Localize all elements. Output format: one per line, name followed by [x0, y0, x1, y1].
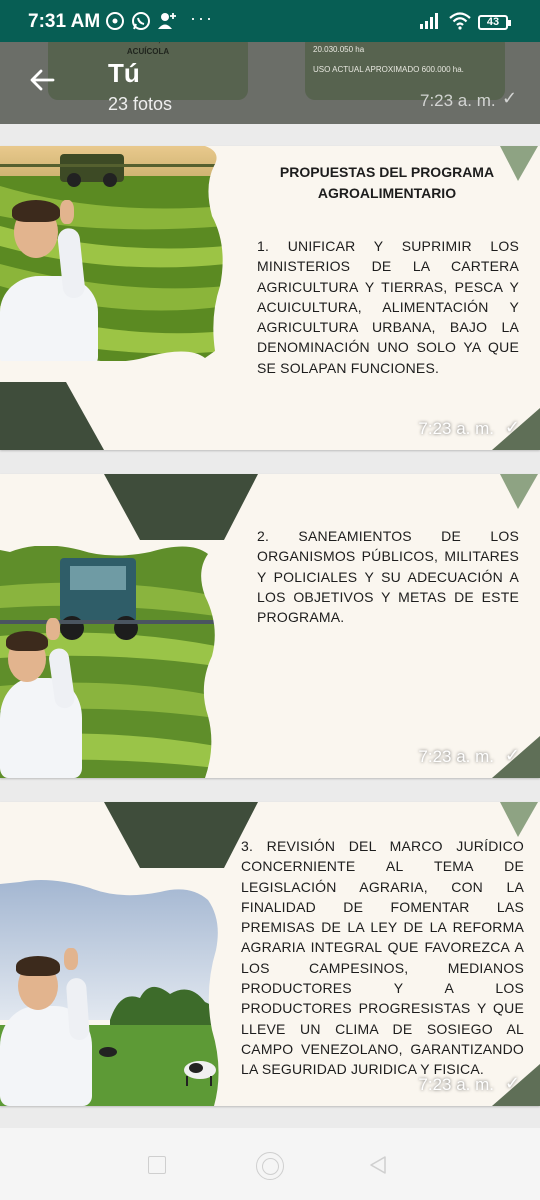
sent-check-icon: ✓ [504, 417, 520, 437]
whatsapp-icon [132, 12, 150, 30]
politician-figure [0, 948, 104, 1106]
previous-image-card[interactable]: POTENCIAL MARÍTIMO, CONTINENTAL Y ACUÍCO… [48, 42, 248, 100]
chat-title[interactable]: Tú [108, 58, 140, 89]
back-triangle-icon[interactable] [368, 1155, 388, 1175]
messenger-icon [106, 12, 124, 30]
message-time: 7:23 a. m. [418, 1075, 494, 1094]
triangle-decoration [500, 802, 538, 837]
slide-body: 3. REVISIÓN DEL MARCO JURÍDICO CONCERNIE… [241, 838, 524, 1078]
image-message[interactable]: 2. SANEAMIENTOS DE LOS ORGANISMOS PÚBLIC… [0, 474, 540, 778]
photo-count: 23 fotos [108, 94, 173, 114]
message-time: 7:23 a. m. [418, 419, 494, 438]
recent-apps-icon[interactable] [148, 1156, 166, 1174]
trapezoid-decoration [104, 474, 258, 540]
image-message[interactable]: 3. REVISIÓN DEL MARCO JURÍDICO CONCERNIE… [0, 802, 540, 1106]
wifi-icon [449, 12, 471, 30]
politician-figure [0, 618, 100, 778]
status-time: 7:31 AM [28, 11, 101, 32]
slide-title: PROPUESTAS DEL PROGRAMA AGROALIMENTARIO [279, 164, 495, 201]
pasture-photo [0, 870, 222, 1106]
previous-image-text: POTENCIAL MARÍTIMO, CONTINENTAL Y ACUÍCO… [69, 42, 226, 56]
farm-photo [0, 146, 226, 361]
status-bar: 7:31 AM ··· 43 [0, 0, 540, 42]
media-viewer-header: POTENCIAL MARÍTIMO, CONTINENTAL Y ACUÍCO… [0, 42, 540, 124]
sent-check-icon: ✓ [504, 745, 520, 765]
add-person-icon [158, 13, 176, 29]
previous-image-text-right-2: USO ACTUAL APROXIMADO 600.000 ha. [313, 65, 464, 74]
politician-figure [0, 186, 110, 361]
triangle-decoration [500, 146, 538, 181]
system-nav-bar [0, 1128, 540, 1200]
sent-check-icon: ✓ [504, 1073, 520, 1093]
arrow-left-icon[interactable] [28, 66, 56, 94]
tractor-photo [0, 546, 216, 778]
message-time: 7:23 a. m. [420, 91, 496, 110]
home-icon[interactable] [256, 1152, 284, 1180]
sent-check-icon: ✓ [502, 88, 518, 108]
triangle-decoration [500, 474, 538, 509]
more-notifications-indicator: ··· [190, 8, 214, 28]
battery-icon: 43 [478, 15, 511, 30]
image-message[interactable]: PROPUESTAS DEL PROGRAMA AGROALIMENTARIO … [0, 146, 540, 450]
trapezoid-decoration [0, 382, 104, 450]
previous-image-text-right-1: PLANTACIONES FORESTALES SERIES VII, VIII… [313, 45, 365, 54]
trapezoid-decoration [104, 802, 258, 868]
slide-body: 2. SANEAMIENTOS DE LOS ORGANISMOS PÚBLIC… [257, 528, 519, 626]
signal-icon [420, 13, 438, 29]
message-time: 7:23 a. m. [418, 747, 494, 766]
slide-body: 1. UNIFICAR Y SUPRIMIR LOS MINISTERIOS D… [257, 238, 519, 376]
